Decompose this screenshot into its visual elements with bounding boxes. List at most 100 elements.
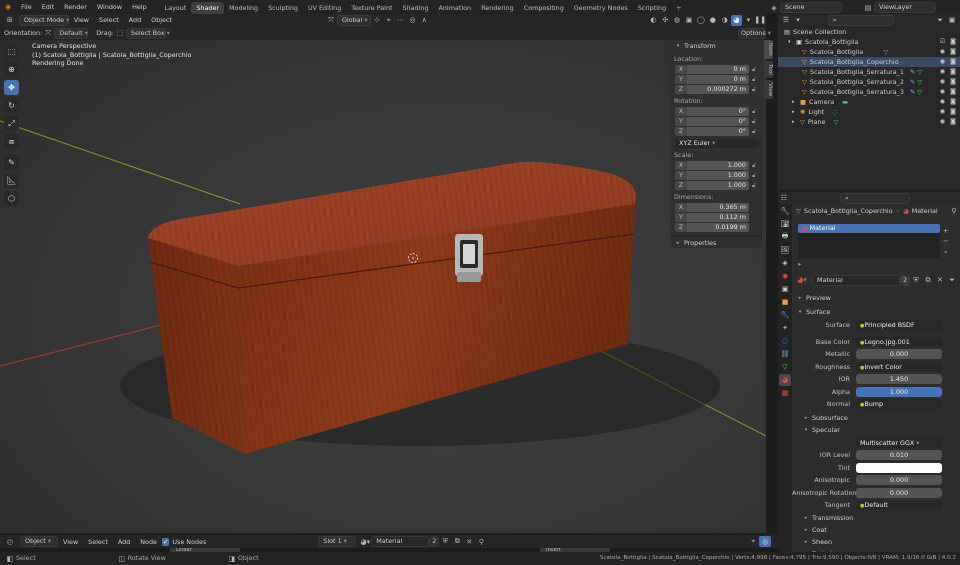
node-menu-add[interactable]: Add xyxy=(113,535,135,549)
lock-icon[interactable]: 🔓︎ xyxy=(749,162,759,170)
rotation-y-value[interactable]: 0° xyxy=(687,117,749,126)
camera-icon[interactable]: ◙ xyxy=(950,97,956,107)
dimensions-y[interactable]: Y 0.112 m xyxy=(675,213,759,222)
add-workspace-button[interactable]: + xyxy=(671,2,686,14)
tab-scripting[interactable]: Scripting xyxy=(633,2,671,14)
falloff-icon[interactable]: ∧ xyxy=(418,15,430,26)
viewport-menu-object[interactable]: Object xyxy=(146,13,177,27)
scale-z[interactable]: Z 1.000 🔓︎ xyxy=(675,181,759,190)
eye-icon[interactable]: ◉ xyxy=(940,47,945,57)
eye-icon[interactable]: ◉ xyxy=(940,87,945,97)
metallic-field[interactable]: 0.000 xyxy=(856,349,942,359)
mode-dropdown[interactable]: Object Mode xyxy=(18,14,69,26)
shading-material-icon[interactable]: ◑ xyxy=(719,15,731,26)
camera-icon[interactable]: ◙ xyxy=(950,87,956,97)
view-layer-tab-icon[interactable]: 🖼︎ xyxy=(779,244,791,256)
material-slot-item[interactable]: ◕ Material xyxy=(798,224,940,233)
tab-geometry-nodes[interactable]: Geometry Nodes xyxy=(569,2,633,14)
scale-y[interactable]: Y 1.000 🔓︎ xyxy=(675,171,759,180)
shading-rendered-icon[interactable]: ◕ xyxy=(730,14,743,26)
overlay-icon[interactable]: ◍ xyxy=(759,536,772,547)
camera-icon[interactable]: ◙ xyxy=(950,77,956,87)
xray-icon[interactable]: ▣ xyxy=(683,15,695,26)
material-tab-icon[interactable]: ◕ xyxy=(779,374,791,386)
rotation-z-value[interactable]: 0° xyxy=(687,127,749,136)
tab-tool[interactable]: Tool xyxy=(764,60,773,78)
3d-viewport[interactable] xyxy=(0,26,766,533)
fake-user-icon[interactable]: ⛨ xyxy=(910,275,922,286)
rotation-x[interactable]: X 0° 🔓︎ xyxy=(675,107,759,116)
location-y[interactable]: Y0 m 🔓︎ xyxy=(675,75,759,84)
shading-options-icon[interactable]: ▾ xyxy=(742,15,754,26)
rotation-mode-dropdown[interactable]: XYZ Euler xyxy=(675,139,759,148)
shading-wireframe-icon[interactable]: ◯ xyxy=(695,15,707,26)
scale-z-value[interactable]: 1.000 xyxy=(687,181,749,190)
camera-icon[interactable]: ◙ xyxy=(950,37,956,47)
collection-tab-icon[interactable]: ▣ xyxy=(779,283,791,295)
node-material-users[interactable]: 2 xyxy=(429,536,440,547)
dimensions-z-value[interactable]: 0.0199 m xyxy=(687,223,749,232)
eye-icon[interactable]: ◉ xyxy=(940,117,945,127)
blender-logo-icon[interactable]: ◉ xyxy=(0,2,16,13)
material-users[interactable]: 2 xyxy=(900,274,910,286)
view-layer-name[interactable]: ViewLayer xyxy=(874,2,936,13)
eye-icon[interactable]: ◉ xyxy=(940,67,945,77)
node-menu-view[interactable]: View xyxy=(58,535,83,549)
outliner-item-lock-2[interactable]: ▽ Scatola_Bottiglia_Serratura_2 ✎ ▽ ◉ ◙ xyxy=(778,77,960,87)
outliner-item-lock-3[interactable]: ▽ Scatola_Bottiglia_Serratura_3 ✎ ▽ ◉ ◙ xyxy=(778,87,960,97)
use-nodes-checkbox-icon[interactable]: ✓ xyxy=(161,537,170,546)
physics-tab-icon[interactable]: ◌ xyxy=(779,335,791,347)
surface-section[interactable]: ▾ Surface xyxy=(792,306,960,318)
coat-section[interactable]: ▸ Coat xyxy=(792,524,960,536)
subsurface-section[interactable]: ▸ Subsurface xyxy=(792,412,960,424)
camera-icon[interactable]: ◙ xyxy=(950,107,956,117)
lock-icon[interactable]: 🔓︎ xyxy=(749,182,759,190)
shader-type-dropdown[interactable]: Object xyxy=(20,536,58,547)
outliner-item-lock-1[interactable]: ▽ Scatola_Bottiglia_Serratura_1 ✎ ▽ ◉ ◙ xyxy=(778,67,960,77)
tab-uv-editing[interactable]: UV Editing xyxy=(303,2,346,14)
menu-render[interactable]: Render xyxy=(59,0,92,14)
dimensions-y-value[interactable]: 0.112 m xyxy=(687,213,749,222)
slot-dropdown[interactable]: Slot 1 xyxy=(318,536,357,547)
camera-icon[interactable]: ◙ xyxy=(950,67,956,77)
menu-edit[interactable]: Edit xyxy=(37,0,59,14)
overlays-icon[interactable]: ◍ xyxy=(671,15,683,26)
scale-x-value[interactable]: 1.000 xyxy=(687,161,749,170)
properties-search-input[interactable]: ⌕ xyxy=(840,192,910,204)
visibility-icon[interactable]: ◐ xyxy=(648,15,660,26)
alpha-field[interactable]: 1.000 xyxy=(856,386,942,397)
outliner-item-light[interactable]: ▸ ✺ Light ◌ ◉ ◙ xyxy=(778,107,960,117)
annotate-icon[interactable]: ✎ xyxy=(4,155,19,170)
eye-icon[interactable]: ◉ xyxy=(940,97,945,107)
gizmo-icon[interactable]: ✣ xyxy=(659,15,671,26)
scale-icon[interactable]: ⤢ xyxy=(4,116,19,131)
constraints-tab-icon[interactable]: ⛓︎ xyxy=(779,348,791,360)
tab-animation[interactable]: Animation xyxy=(434,2,477,14)
add-cube-icon[interactable]: ⬡ xyxy=(4,191,19,206)
tab-compositing[interactable]: Compositing xyxy=(519,2,569,14)
specular-section[interactable]: ▾ Specular xyxy=(792,424,960,436)
checkbox-icon[interactable]: ☑ xyxy=(940,37,945,47)
tab-texture-paint[interactable]: Texture Paint xyxy=(346,2,397,14)
texture-tab-icon[interactable]: ▦ xyxy=(779,387,791,399)
lock-icon[interactable]: 🔓︎ xyxy=(749,172,759,180)
object-tab-icon[interactable]: ■ xyxy=(779,296,791,308)
world-tab-icon[interactable]: ◉ xyxy=(779,270,791,282)
menu-help[interactable]: Help xyxy=(127,0,152,14)
output-tab-icon[interactable]: 🖶︎ xyxy=(779,231,791,243)
properties-header[interactable]: ▸ Properties xyxy=(670,236,762,248)
anisotropic-field[interactable]: 0.000 xyxy=(856,475,942,485)
material-filter-icon[interactable]: ⏷ xyxy=(946,275,958,286)
eye-icon[interactable]: ◉ xyxy=(940,77,945,87)
scale-x[interactable]: X 1.000 🔓︎ xyxy=(675,161,759,170)
sheen-section[interactable]: ▸ Sheen xyxy=(792,536,960,548)
dimensions-x-value[interactable]: 0.365 m xyxy=(687,203,749,212)
pin-icon[interactable]: ⚲ xyxy=(475,536,487,547)
outliner-item-camera[interactable]: ▸ ■ Camera ▬ ◉ ◙ xyxy=(778,97,960,107)
viewport-menu-select[interactable]: Select xyxy=(94,13,124,27)
node-editor-type-icon[interactable]: ◴ xyxy=(4,536,16,547)
distribution-dropdown[interactable]: Multiscatter GGX xyxy=(856,437,942,448)
view-layer-selector[interactable]: ▤ ViewLayer xyxy=(862,2,936,13)
eye-icon[interactable]: ◉ xyxy=(940,107,945,117)
tab-shading[interactable]: Shading xyxy=(398,2,434,14)
